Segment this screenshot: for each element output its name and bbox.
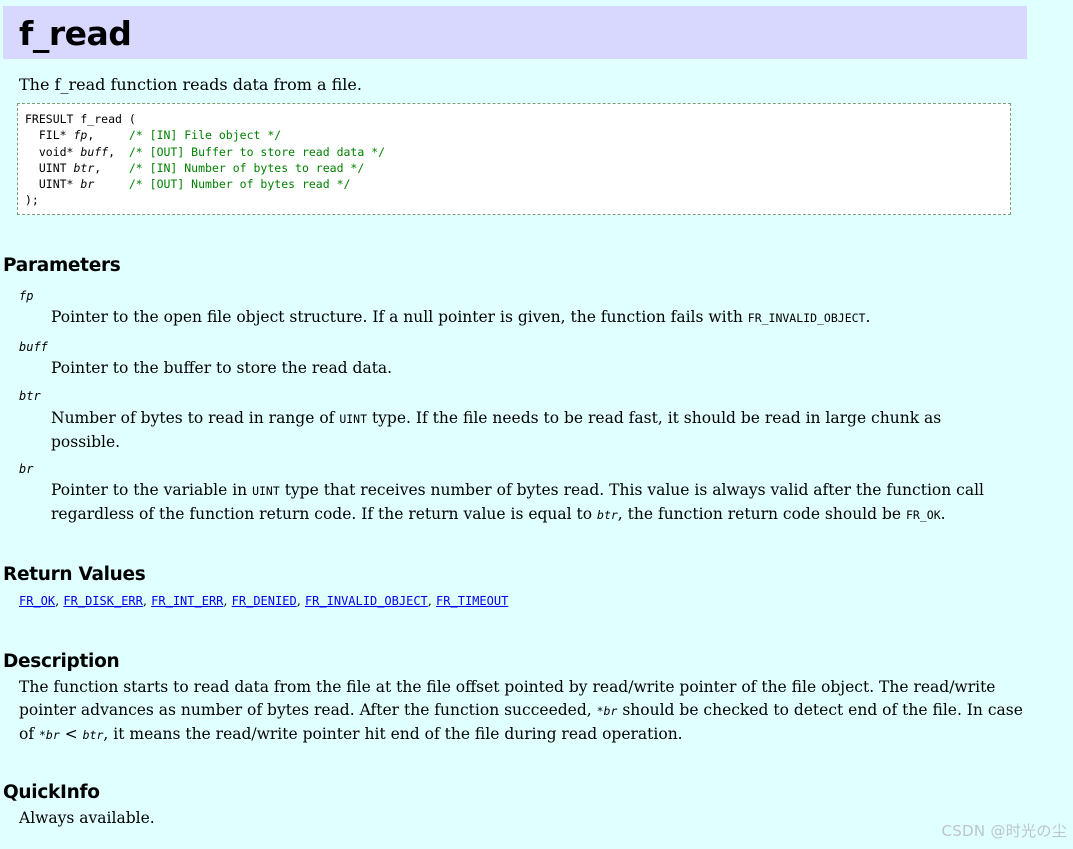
param-term-btr: btr bbox=[19, 389, 41, 403]
param-def-br: Pointer to the variable in UINT type tha… bbox=[51, 481, 984, 523]
param-def-fp: Pointer to the open file object structur… bbox=[51, 308, 871, 326]
param-decl-fp: FIL* fp, /* [IN] File object */ bbox=[25, 128, 282, 143]
link-fr-int-err[interactable]: FR_INT_ERR bbox=[151, 594, 223, 608]
link-fr-ok[interactable]: FR_OK bbox=[19, 594, 55, 608]
param-def-buff: Pointer to the buffer to store the read … bbox=[51, 359, 393, 377]
param-def-btr: Number of bytes to read in range of UINT… bbox=[51, 409, 942, 451]
param-decl-br: UINT* br /* [OUT] Number of bytes read *… bbox=[25, 177, 351, 192]
prototype-close: ); bbox=[25, 193, 39, 208]
link-fr-disk-err[interactable]: FR_DISK_ERR bbox=[63, 594, 142, 608]
link-fr-invalid-object[interactable]: FR_INVALID_OBJECT bbox=[305, 594, 428, 608]
prototype-box: FRESULT f_read ( FIL* fp, /* [IN] File o… bbox=[17, 103, 1011, 215]
description-heading: Description bbox=[3, 651, 120, 672]
param-decl-buff: void* buff, /* [OUT] Buffer to store rea… bbox=[25, 144, 386, 159]
quickinfo-text: Always available. bbox=[19, 809, 155, 827]
watermark: CSDN @时光の尘 bbox=[941, 822, 1067, 840]
param-term-fp: fp bbox=[19, 289, 34, 303]
lead-text: The f_read function reads data from a fi… bbox=[19, 75, 362, 94]
prototype-code: FRESULT f_read ( FIL* fp, /* [IN] File o… bbox=[25, 111, 385, 209]
page-title: f_read bbox=[19, 14, 132, 53]
quickinfo-heading: QuickInfo bbox=[3, 782, 100, 803]
param-decl-btr: UINT btr, /* [IN] Number of bytes to rea… bbox=[25, 160, 365, 175]
prototype-open: FRESULT f_read ( bbox=[25, 112, 136, 126]
param-term-br: br bbox=[19, 462, 34, 476]
parameters-heading: Parameters bbox=[3, 255, 121, 276]
param-term-buff: buff bbox=[19, 340, 48, 354]
return-values-heading: Return Values bbox=[3, 564, 146, 585]
description-text: The function starts to read data from th… bbox=[19, 678, 1023, 743]
title-bar: f_read bbox=[3, 6, 1027, 59]
link-fr-denied[interactable]: FR_DENIED bbox=[232, 594, 297, 608]
return-values-list: FR_OK, FR_DISK_ERR, FR_INT_ERR, FR_DENIE… bbox=[19, 594, 509, 609]
link-fr-timeout[interactable]: FR_TIMEOUT bbox=[436, 594, 508, 608]
